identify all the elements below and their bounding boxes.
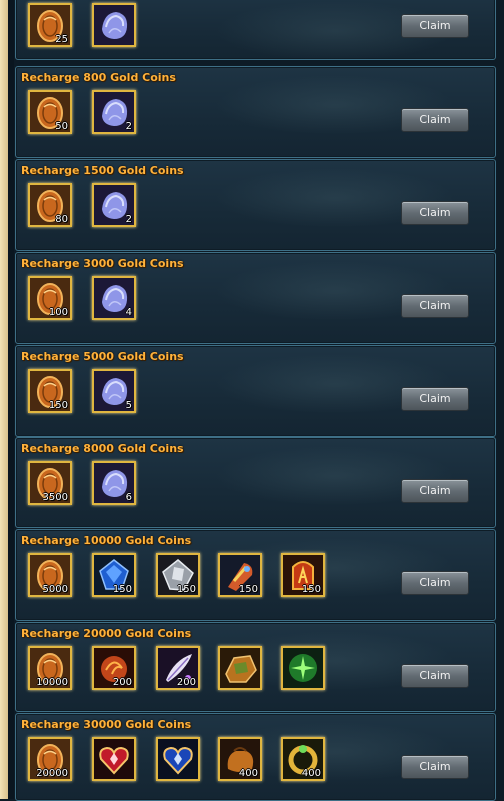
reward-item-slot[interactable]: 100 [28, 276, 72, 320]
item-quantity: 2 [125, 121, 132, 132]
item-quantity: 150 [238, 584, 258, 595]
item-quantity: 2 [125, 214, 132, 225]
reward-item-slot[interactable]: 6 [92, 461, 136, 505]
reward-tier-title: Recharge 20000 Gold Coins [21, 627, 192, 640]
reward-item-slot[interactable]: 4 [92, 276, 136, 320]
reward-item-slot[interactable]: 2 [92, 90, 136, 134]
reward-row: Recharge 1500 Gold Coins 80 2 Claim [15, 159, 496, 251]
item-quantity: 5 [125, 400, 132, 411]
reward-item-slot[interactable] [156, 737, 200, 781]
claim-button[interactable]: Claim [401, 664, 469, 688]
reward-row: Recharge 30000 Gold Coins 20000 400 400 Clai… [15, 713, 496, 801]
reward-tier-title: Recharge 8000 Gold Coins [21, 442, 184, 455]
claim-button[interactable]: Claim [401, 201, 469, 225]
reward-tier-title: Recharge 5000 Gold Coins [21, 350, 184, 363]
claim-button[interactable]: Claim [401, 294, 469, 318]
reward-item-slot[interactable]: 150 [28, 369, 72, 413]
reward-item-slot[interactable]: 400 [218, 737, 262, 781]
reward-item-slot[interactable] [92, 3, 136, 47]
reward-row: Recharge 5000 Gold Coins 150 5 Claim [15, 345, 496, 437]
reward-item-slot[interactable]: 150 [281, 553, 325, 597]
reward-row: Recharge 8000 Gold Coins 3500 6 Claim [15, 437, 496, 528]
item-quantity: 80 [55, 214, 68, 225]
item-quantity: 400 [238, 768, 258, 779]
reward-item-slot[interactable]: 5 [92, 369, 136, 413]
item-quantity: 150 [176, 584, 196, 595]
reward-item-slot[interactable]: 200 [156, 646, 200, 690]
reward-row: Recharge 3000 Gold Coins 100 4 Claim [15, 252, 496, 344]
reward-tier-title: Recharge 3000 Gold Coins [21, 257, 184, 270]
reward-item-slot[interactable]: 20000 [28, 737, 72, 781]
reward-item-slot[interactable]: 150 [218, 553, 262, 597]
reward-item-slot[interactable] [281, 646, 325, 690]
item-quantity: 3500 [42, 492, 68, 503]
item-quantity: 10000 [36, 677, 68, 688]
item-quantity: 200 [112, 677, 132, 688]
claim-button[interactable]: Claim [401, 479, 469, 503]
item-quantity: 400 [301, 768, 321, 779]
reward-tier-title: Recharge 800 Gold Coins [21, 71, 176, 84]
reward-row: Recharge 20000 Gold Coins 10000 200 200 Clai… [15, 622, 496, 712]
item-quantity: 100 [48, 307, 68, 318]
reward-item-slot[interactable]: 2 [92, 183, 136, 227]
item-quantity: 200 [176, 677, 196, 688]
reward-item-slot[interactable]: 200 [92, 646, 136, 690]
item-quantity: 50 [55, 121, 68, 132]
reward-item-slot[interactable]: 400 [281, 737, 325, 781]
item-quantity: 150 [112, 584, 132, 595]
claim-button[interactable]: Claim [401, 14, 469, 38]
item-quantity: 25 [55, 34, 68, 45]
item-quantity: 150 [301, 584, 321, 595]
reward-row: Recharge 10000 Gold Coins 5000 150 150 150 15… [15, 529, 496, 621]
reward-item-slot[interactable] [218, 646, 262, 690]
window-left-border [0, 0, 8, 799]
reward-tier-title: Recharge 30000 Gold Coins [21, 718, 192, 731]
reward-tier-title: Recharge 10000 Gold Coins [21, 534, 192, 547]
reward-item-slot[interactable]: 80 [28, 183, 72, 227]
reward-row: Recharge 800 Gold Coins 50 2 Claim [15, 66, 496, 158]
claim-button[interactable]: Claim [401, 755, 469, 779]
item-quantity: 5000 [42, 584, 68, 595]
reward-item-slot[interactable]: 50 [28, 90, 72, 134]
item-quantity: 6 [125, 492, 132, 503]
item-quantity: 150 [48, 400, 68, 411]
reward-tier-title: Recharge 1500 Gold Coins [21, 164, 184, 177]
item-quantity: 4 [125, 307, 132, 318]
claim-button[interactable]: Claim [401, 108, 469, 132]
reward-item-slot[interactable]: 150 [92, 553, 136, 597]
item-quantity: 20000 [36, 768, 68, 779]
claim-button[interactable]: Claim [401, 571, 469, 595]
reward-item-slot[interactable] [92, 737, 136, 781]
recharge-reward-list[interactable]: 25 Claim Recharge 800 Gold Coins 50 2 Claim Re… [14, 0, 504, 801]
reward-item-slot[interactable]: 3500 [28, 461, 72, 505]
reward-item-slot[interactable]: 150 [156, 553, 200, 597]
reward-item-slot[interactable]: 10000 [28, 646, 72, 690]
reward-item-slot[interactable]: 5000 [28, 553, 72, 597]
reward-item-slot[interactable]: 25 [28, 3, 72, 47]
claim-button[interactable]: Claim [401, 387, 469, 411]
reward-row: 25 Claim [15, 0, 496, 60]
